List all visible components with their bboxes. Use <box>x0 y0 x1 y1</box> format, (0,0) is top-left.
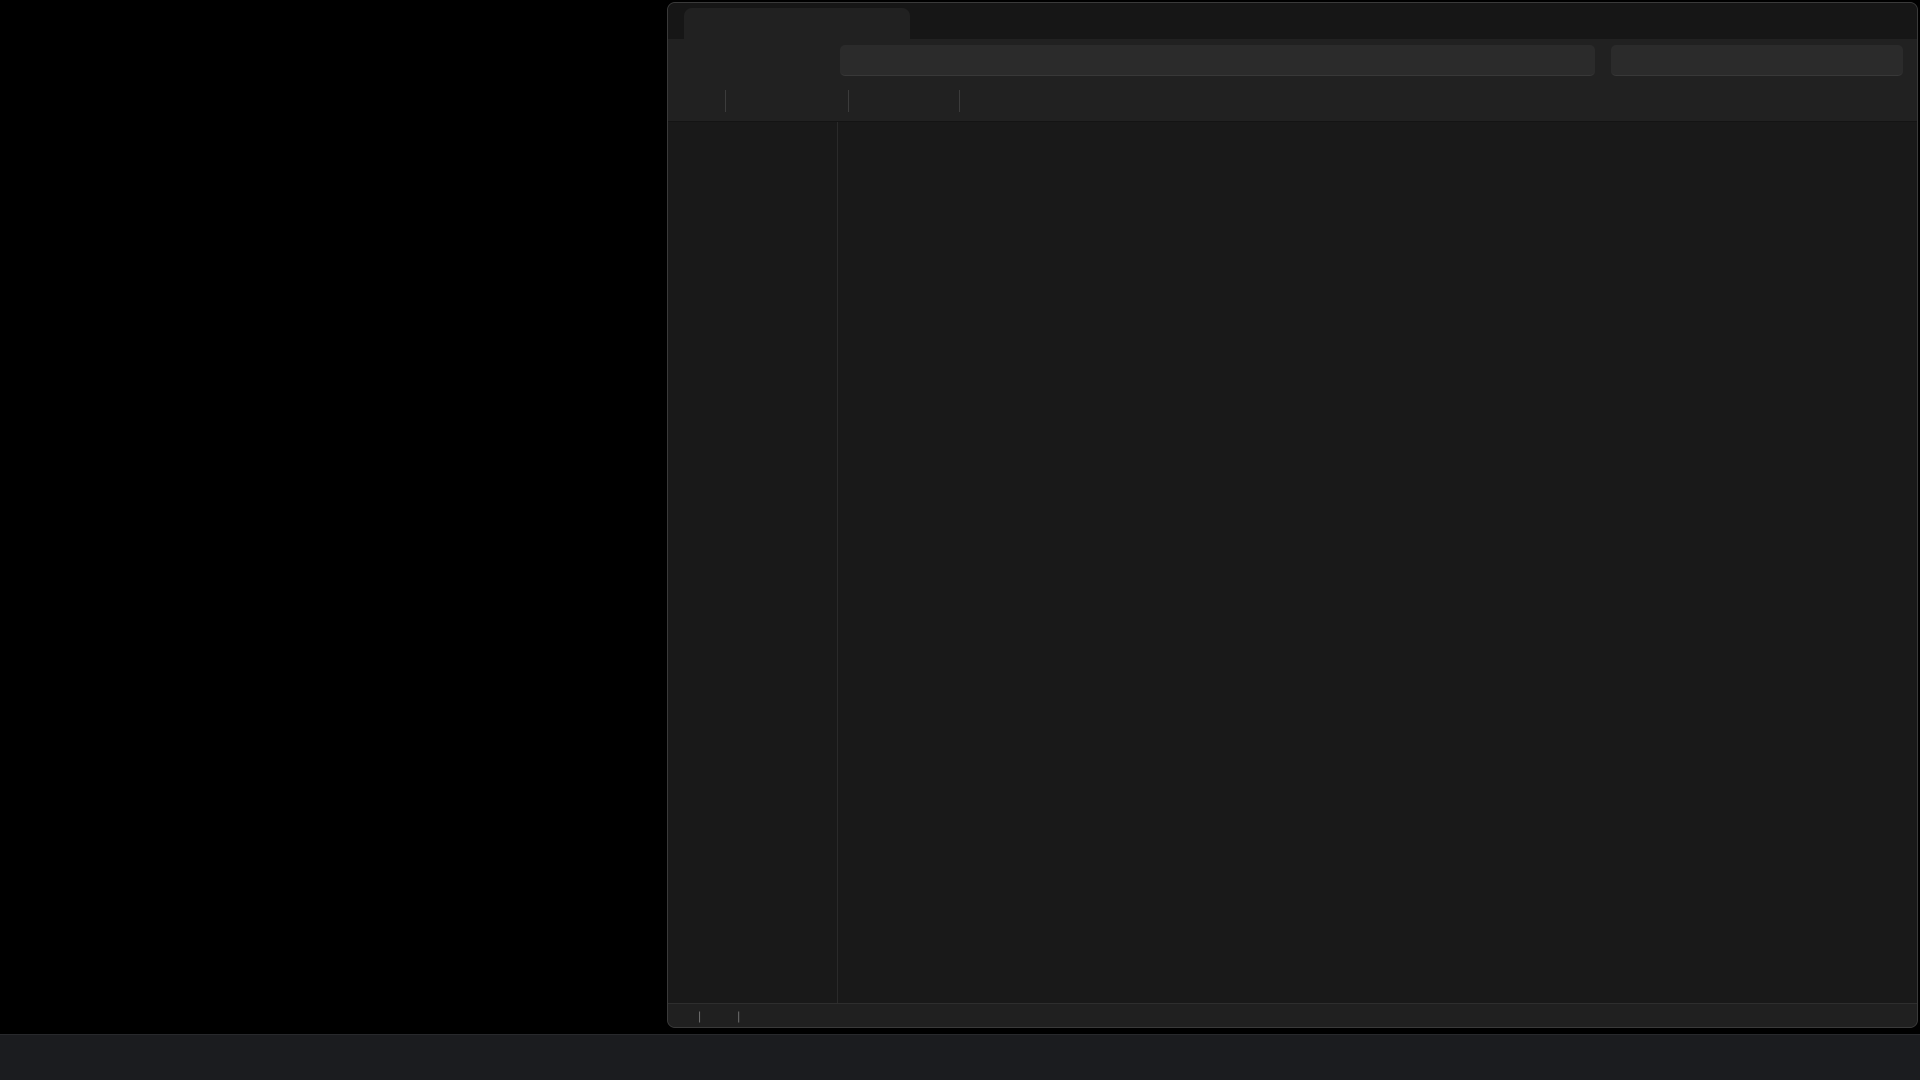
volume-icon[interactable] <box>1854 1050 1871 1067</box>
notification-bell-icon[interactable] <box>1893 1049 1912 1068</box>
chevron-down-icon <box>864 159 876 171</box>
weather-widget[interactable] <box>12 1040 57 1076</box>
touch-keyboard-icon[interactable] <box>1798 1050 1815 1067</box>
filter-button[interactable] <box>920 85 952 117</box>
minimize-button[interactable] <box>1779 3 1825 37</box>
close-button[interactable] <box>1871 3 1917 37</box>
tab-close-button[interactable] <box>882 15 900 33</box>
taskbar <box>0 1034 1920 1080</box>
refresh-button[interactable] <box>796 45 828 75</box>
chevron-down-icon <box>864 197 876 209</box>
rotate-left-button[interactable] <box>992 85 1017 117</box>
sun-icon <box>18 1045 44 1071</box>
navigation-bar <box>668 39 1917 81</box>
maximize-button[interactable] <box>1825 3 1871 37</box>
details-toggle-button[interactable] <box>1880 85 1905 117</box>
system-tray <box>1742 1035 1912 1080</box>
rotate-right-button[interactable] <box>1017 85 1042 117</box>
rename-button[interactable] <box>787 85 805 117</box>
tab-home[interactable] <box>684 8 910 39</box>
favorites-header[interactable] <box>838 186 1917 220</box>
more-options-button[interactable] <box>1042 85 1060 117</box>
copy-button[interactable] <box>751 85 769 117</box>
wifi-icon[interactable] <box>1826 1050 1843 1067</box>
window-controls <box>1779 3 1917 37</box>
up-button[interactable] <box>758 45 790 75</box>
delete-button[interactable] <box>823 85 841 117</box>
onedrive-icon[interactable] <box>1770 1050 1787 1067</box>
back-button[interactable] <box>682 45 714 75</box>
status-bar: | | <box>668 1003 1917 1027</box>
navigation-pane <box>668 122 838 1003</box>
tray-chevron-up-icon[interactable] <box>1742 1050 1759 1067</box>
main-content <box>838 122 1917 1003</box>
recent-header[interactable] <box>838 252 1917 286</box>
address-bar[interactable] <box>840 45 1595 76</box>
search-input[interactable] <box>1611 45 1903 76</box>
home-tab-icon <box>694 16 709 31</box>
command-toolbar <box>668 81 1917 122</box>
new-tab-button[interactable] <box>920 10 946 36</box>
set-as-background-button[interactable] <box>967 85 992 117</box>
chevron-down-icon <box>864 263 876 275</box>
forward-button[interactable] <box>720 45 752 75</box>
file-explorer-window: | | <box>667 2 1918 1028</box>
new-button[interactable] <box>686 85 718 117</box>
cut-button[interactable] <box>733 85 751 117</box>
favorites-empty-text <box>838 216 1917 238</box>
tab-strip <box>668 3 1917 39</box>
share-button[interactable] <box>805 85 823 117</box>
view-button[interactable] <box>888 85 920 117</box>
quick-access-header[interactable] <box>838 148 1917 182</box>
paste-button[interactable] <box>769 85 787 117</box>
sort-button[interactable] <box>856 85 888 117</box>
